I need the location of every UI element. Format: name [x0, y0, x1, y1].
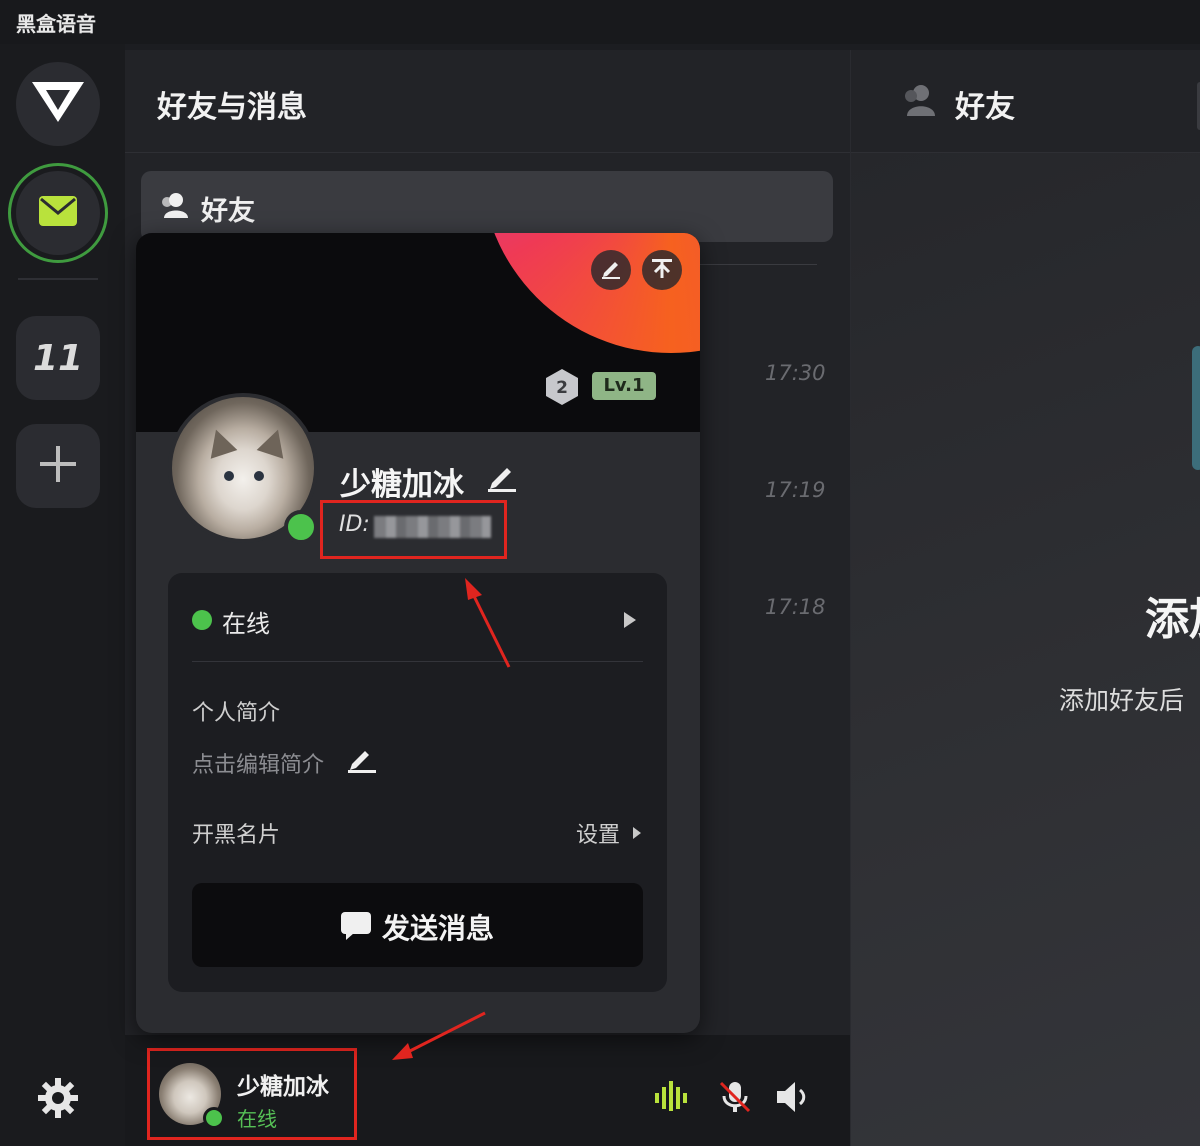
- message-time: 17:19: [765, 478, 826, 502]
- avatar-eye: [224, 471, 234, 481]
- friends-detail-panel: 好友 添加 添加好友后: [850, 50, 1200, 1146]
- title-bar: 黑盒语音: [0, 0, 1200, 44]
- friends-tab-label: 好友: [201, 196, 255, 227]
- mail-button[interactable]: [8, 163, 108, 263]
- logo-v-icon: [30, 80, 86, 128]
- pencil-icon[interactable]: [346, 746, 378, 778]
- profile-card: 2 Lv.1 少糖加冰 ID: 在线 个人简介 点击编辑简介 开黑名片 设置 发…: [136, 233, 700, 1033]
- mic-muted-icon[interactable]: [717, 1079, 753, 1119]
- message-time: 17:30: [765, 361, 826, 385]
- gaming-card-label: 开黑名片: [192, 823, 281, 848]
- voice-activity-icon[interactable]: [653, 1079, 693, 1119]
- friends-icon: [158, 191, 190, 223]
- server-number: 11: [32, 337, 84, 379]
- pencil-icon: [600, 257, 622, 283]
- friends-tab[interactable]: 好友: [141, 171, 833, 242]
- bio-title: 个人简介: [192, 701, 281, 726]
- plus-icon: [38, 444, 78, 488]
- send-message-label: 发送消息: [382, 912, 495, 945]
- server-11-button[interactable]: 11: [16, 316, 100, 400]
- level-badge: Lv.1: [592, 372, 656, 400]
- annotation-box: [147, 1048, 357, 1140]
- list-divider: [699, 264, 817, 265]
- add-friend-heading: 添加: [1145, 594, 1200, 645]
- online-indicator: [192, 610, 212, 630]
- level-number: 2: [556, 378, 568, 398]
- details-divider: [192, 661, 643, 662]
- friends-title: 好友: [955, 90, 1015, 125]
- pin-top-button[interactable]: [642, 250, 682, 290]
- left-rail: 11: [0, 44, 125, 1146]
- gaming-card-settings-link[interactable]: 设置: [576, 817, 620, 849]
- chevron-right-icon: [623, 611, 637, 633]
- edit-banner-button[interactable]: [591, 250, 631, 290]
- bio-edit-link[interactable]: 点击编辑简介: [192, 747, 324, 779]
- user-bar: 少糖加冰 在线: [125, 1035, 850, 1146]
- rail-divider: [18, 278, 98, 280]
- online-indicator: [284, 510, 318, 544]
- status-selector[interactable]: 在线: [168, 573, 667, 661]
- app-title: 黑盒语音: [16, 12, 96, 36]
- send-message-button[interactable]: 发送消息: [192, 883, 643, 967]
- profile-details: 在线 个人简介 点击编辑简介 开黑名片 设置 发送消息: [168, 573, 667, 992]
- friends-icon: [901, 83, 937, 121]
- gear-icon[interactable]: [36, 1076, 80, 1124]
- header-divider: [125, 152, 850, 153]
- empty-state: 添加 添加好友后: [851, 153, 1200, 1146]
- logo-button[interactable]: [16, 62, 100, 146]
- avatar-ear: [202, 425, 238, 459]
- panel-title: 好友与消息: [157, 90, 307, 125]
- edit-name-icon[interactable]: [486, 461, 518, 497]
- mail-icon: [38, 195, 78, 231]
- chat-bubble-icon: [340, 911, 372, 945]
- status-label: 在线: [222, 610, 270, 638]
- profile-name: 少糖加冰: [340, 467, 464, 503]
- accent-card-edge: [1192, 346, 1200, 470]
- add-server-button[interactable]: [16, 424, 100, 508]
- speaker-icon[interactable]: [775, 1079, 813, 1119]
- avatar-ear: [256, 425, 292, 459]
- add-friend-hint: 添加好友后: [1059, 686, 1185, 715]
- annotation-box: [320, 500, 507, 559]
- level-hex-badge: 2: [543, 368, 581, 410]
- pin-top-icon: [651, 257, 673, 283]
- message-time: 17:18: [765, 595, 826, 619]
- chevron-right-icon: [632, 825, 642, 844]
- avatar-eye: [254, 471, 264, 481]
